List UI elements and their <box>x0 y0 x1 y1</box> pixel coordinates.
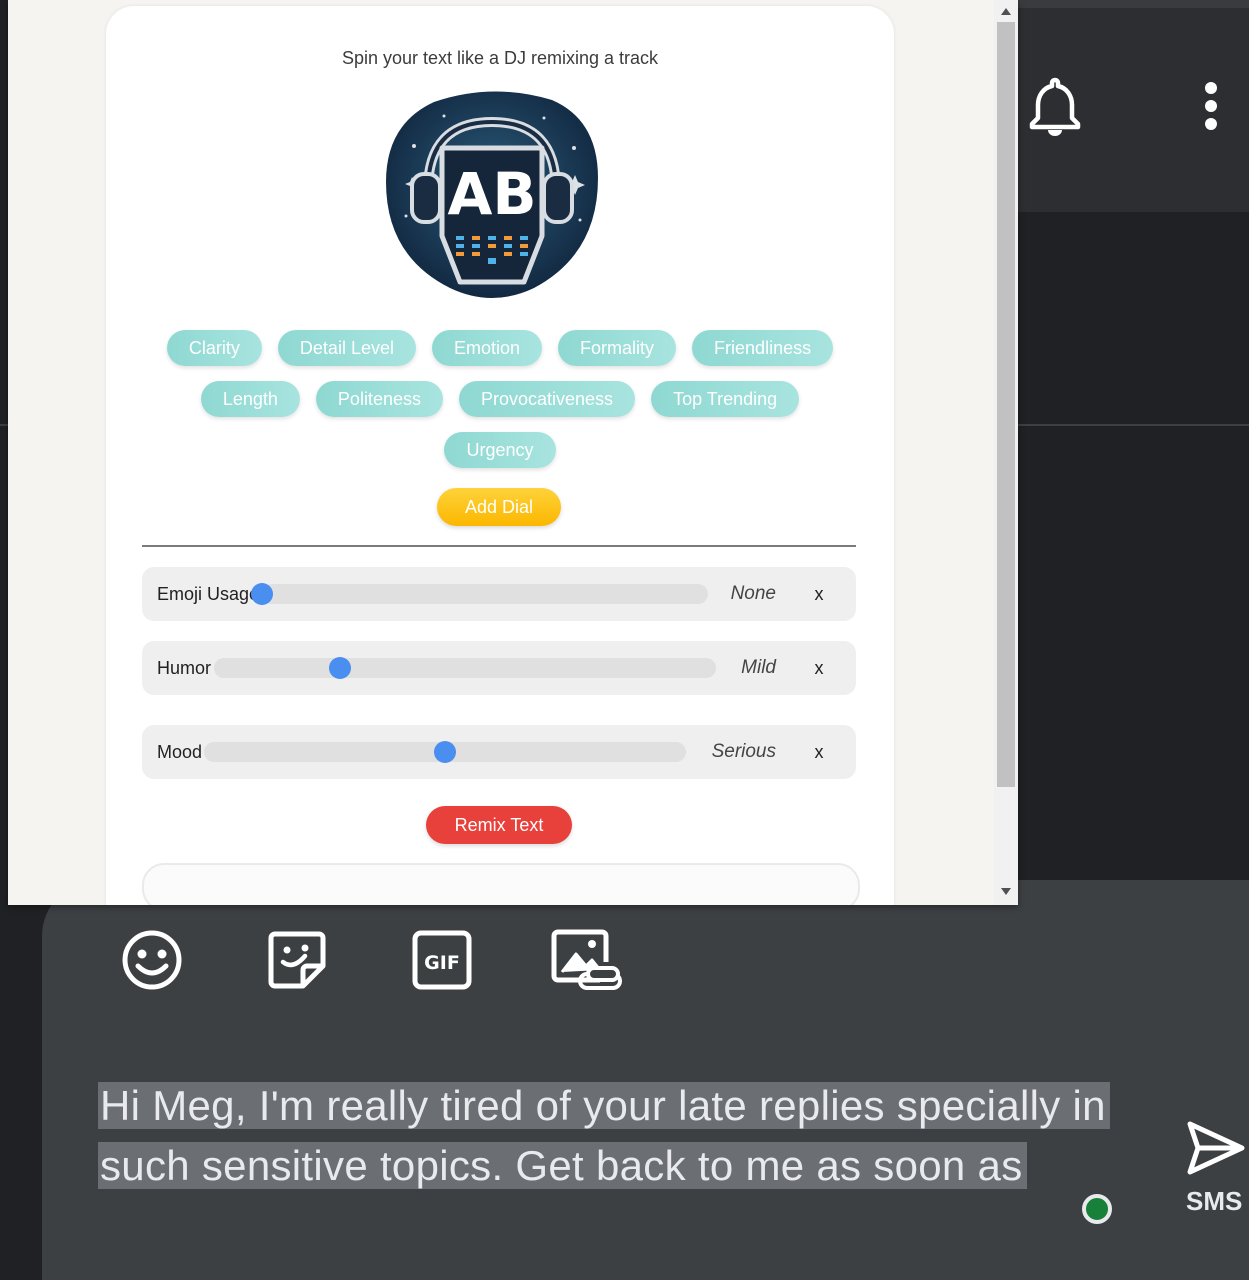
scrollbar-thumb[interactable] <box>997 22 1015 787</box>
chip-emotion[interactable]: Emotion <box>431 330 543 366</box>
chip-friendliness[interactable]: Friendliness <box>692 330 834 366</box>
header-divider <box>1018 424 1249 426</box>
dial-humor: Humor Mild x <box>142 641 856 695</box>
scroll-up-icon[interactable] <box>1001 8 1011 15</box>
remove-dial-button[interactable]: x <box>812 725 826 779</box>
dial-emoji-usage: Emoji Usage None x <box>142 567 856 621</box>
more-options-icon[interactable] <box>1198 80 1224 136</box>
dj-logo: AB <box>386 91 598 298</box>
dial-value: Mild <box>741 657 776 678</box>
remove-dial-button[interactable]: x <box>812 567 826 621</box>
svg-text:GIF: GIF <box>424 952 460 974</box>
remove-dial-button[interactable]: x <box>812 641 826 695</box>
chip-provocativeness[interactable]: Provocativeness <box>458 381 636 417</box>
send-icon[interactable] <box>1184 1118 1248 1178</box>
dial-label: Mood <box>157 742 203 762</box>
dial-value: None <box>730 583 776 604</box>
remix-output[interactable] <box>142 863 860 905</box>
logo-text: AB <box>447 160 536 228</box>
tagline: Spin your text like a DJ remixing a trac… <box>341 48 659 68</box>
chip-clarity[interactable]: Clarity <box>166 330 262 366</box>
sticker-icon[interactable] <box>265 928 329 992</box>
dial-value: Serious <box>711 741 776 762</box>
app-header-strip <box>1018 0 1249 8</box>
dial-mood: Mood Serious x <box>142 725 856 779</box>
scroll-down-icon[interactable] <box>1001 888 1011 895</box>
emoji-icon[interactable] <box>120 928 184 992</box>
remix-card: Spin your text like a DJ remixing a trac… <box>106 6 894 905</box>
remix-popup: Spin your text like a DJ remixing a trac… <box>8 0 1018 905</box>
chip-length[interactable]: Length <box>200 381 300 417</box>
sim-indicator <box>1082 1194 1112 1224</box>
dial-label: Emoji Usage <box>157 584 260 604</box>
dial-chip-list: Clarity Detail Level Emotion Formality F… <box>146 330 854 468</box>
slider-thumb[interactable] <box>434 741 456 763</box>
gallery-icon[interactable] <box>550 928 624 992</box>
slider-thumb[interactable] <box>251 583 273 605</box>
chip-top-trending[interactable]: Top Trending <box>651 381 800 417</box>
popup-scrollbar[interactable] <box>994 0 1018 905</box>
slider-thumb[interactable] <box>328 657 351 679</box>
dial-slider[interactable] <box>204 741 686 763</box>
notification-bell-icon[interactable] <box>1026 76 1084 138</box>
section-divider <box>142 545 856 547</box>
chip-detail-level[interactable]: Detail Level <box>277 330 416 366</box>
chip-formality[interactable]: Formality <box>558 330 677 366</box>
dial-slider[interactable] <box>214 657 716 679</box>
dial-slider[interactable] <box>251 583 708 605</box>
remix-text-button[interactable]: Remix Text <box>426 806 572 844</box>
chip-urgency[interactable]: Urgency <box>444 432 556 468</box>
message-input[interactable]: Hi Meg, I'm really tired of your late re… <box>98 1076 1158 1196</box>
left-divider <box>0 424 8 426</box>
gif-icon[interactable]: GIF <box>410 928 474 992</box>
chip-politeness[interactable]: Politeness <box>315 381 443 417</box>
add-dial-button[interactable]: Add Dial <box>437 488 561 526</box>
dial-label: Humor <box>157 658 212 678</box>
send-mode-label: SMS <box>1186 1186 1243 1216</box>
